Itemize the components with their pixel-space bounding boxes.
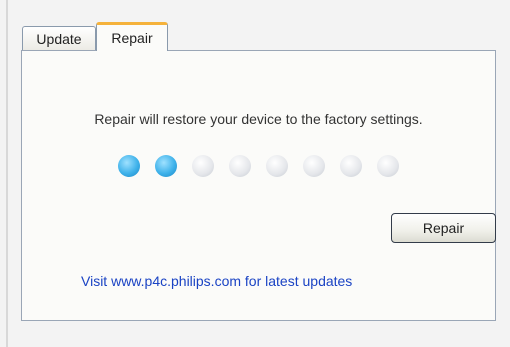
progress-dot-pending (303, 155, 325, 177)
window-border (6, 0, 8, 347)
tab-repair[interactable]: Repair (96, 22, 168, 51)
repair-window: Update Repair Repair will restore your d… (0, 0, 510, 347)
progress-dot-pending (192, 155, 214, 177)
progress-dot-pending (229, 155, 251, 177)
repair-panel: Repair will restore your device to the f… (21, 50, 496, 321)
progress-dot-pending (340, 155, 362, 177)
repair-button[interactable]: Repair (391, 213, 496, 243)
progress-dot-complete (118, 155, 140, 177)
progress-dot-pending (377, 155, 399, 177)
tab-update[interactable]: Update (22, 26, 96, 50)
progress-dot-complete (155, 155, 177, 177)
updates-link[interactable]: Visit www.p4c.philips.com for latest upd… (81, 273, 352, 289)
progress-dot-pending (266, 155, 288, 177)
repair-message: Repair will restore your device to the f… (94, 111, 423, 127)
